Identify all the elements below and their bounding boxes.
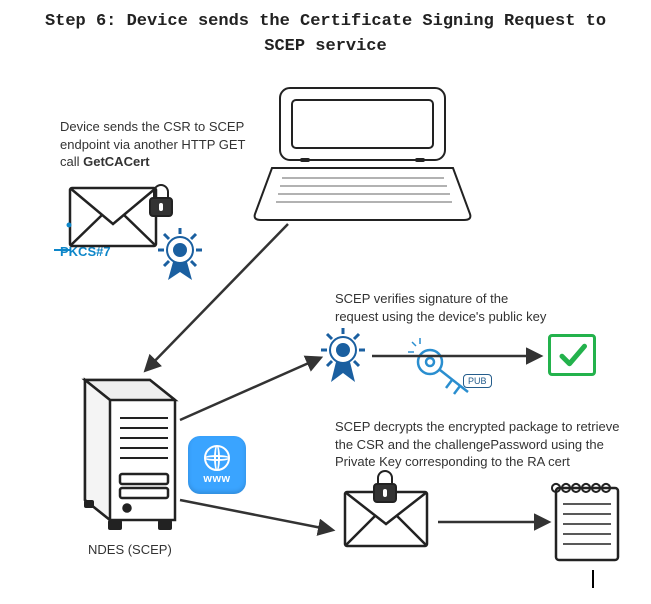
verify-seal-icon [321, 328, 365, 382]
arrow-server-to-verify [180, 358, 320, 420]
arrow-server-to-decrypt [180, 500, 332, 530]
seal-icon [158, 228, 202, 280]
public-key-icon [408, 338, 468, 394]
signed-envelope-icon [54, 185, 202, 280]
diagram-scene [0, 0, 651, 604]
lock-icon [374, 471, 396, 502]
laptop-icon [255, 88, 471, 220]
encrypted-envelope-icon [345, 471, 427, 546]
notepad-icon [552, 484, 618, 560]
server-icon [84, 380, 175, 530]
